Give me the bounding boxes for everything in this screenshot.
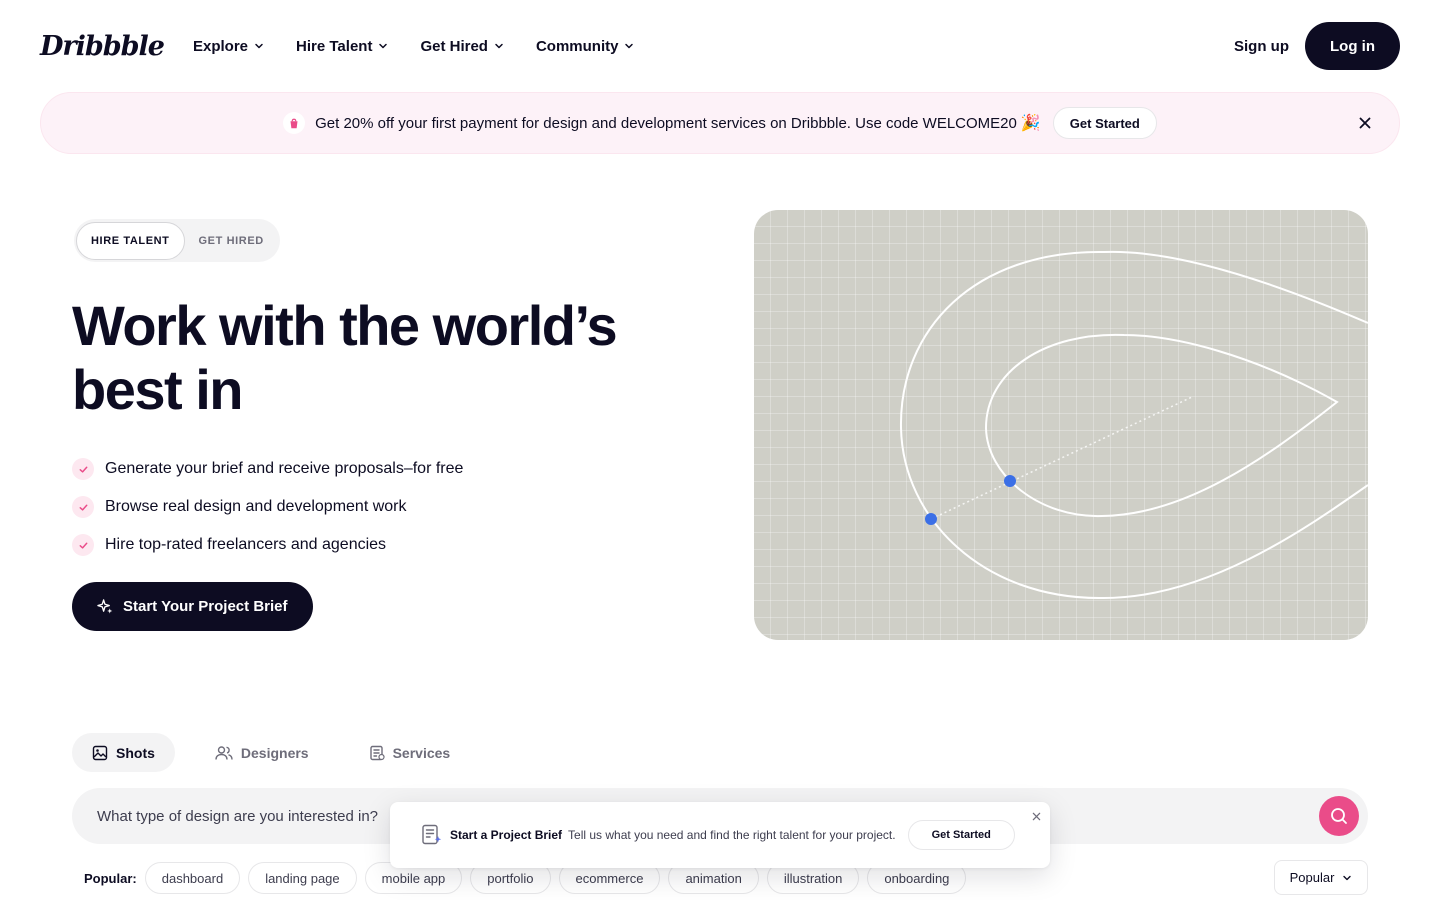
sort-label: Popular: [1289, 870, 1335, 885]
nav-hire-talent[interactable]: Hire Talent: [296, 38, 388, 55]
login-button[interactable]: Log in: [1305, 22, 1400, 70]
promo-text: Get 20% off your first payment for desig…: [315, 114, 1017, 132]
nav-community-label: Community: [535, 37, 619, 55]
toggle-get-hired[interactable]: GET HIRED: [185, 222, 278, 260]
cta-label: Start Your Project Brief: [123, 598, 288, 615]
check-icon: [72, 534, 94, 556]
curve-handle[interactable]: [925, 513, 937, 525]
tag-chip[interactable]: landing page: [248, 862, 357, 894]
check-icon: [72, 496, 94, 518]
sort-dropdown[interactable]: Popular: [1274, 860, 1368, 895]
dribbble-logo[interactable]: Dribbble: [40, 31, 193, 62]
nav-community[interactable]: Community: [536, 38, 635, 55]
brief-get-started-button[interactable]: Get Started: [907, 820, 1015, 850]
start-project-brief-button[interactable]: Start Your Project Brief: [72, 582, 313, 631]
party-popper-icon: 🎉: [1020, 115, 1041, 132]
chevron-down-icon: [379, 43, 388, 49]
promo-get-started-button[interactable]: Get Started: [1052, 107, 1157, 139]
tag-chip[interactable]: dashboard: [144, 862, 241, 894]
brief-close-button[interactable]: [1030, 810, 1042, 822]
gift-icon: [283, 112, 306, 134]
tab-shots[interactable]: Shots: [72, 733, 175, 772]
hero-illustration: [754, 210, 1368, 640]
toggle-hire-talent[interactable]: HIRE TALENT: [76, 221, 185, 260]
header-actions: Sign up Log in: [1234, 22, 1400, 70]
chevron-down-icon: [1343, 875, 1352, 880]
feature-text: Hire top-rated freelancers and agencies: [105, 536, 387, 553]
feature-text: Browse real design and development work: [105, 498, 407, 515]
chevron-down-icon: [255, 43, 263, 49]
search-icon: [1331, 808, 1347, 824]
feature-list: Generate your brief and receive proposal…: [72, 450, 463, 564]
close-icon: [1032, 812, 1040, 820]
feature-text: Generate your brief and receive proposal…: [105, 460, 464, 477]
brief-title: Start a Project Brief: [450, 828, 563, 842]
document-icon: [369, 745, 385, 760]
tab-designers[interactable]: Designers: [195, 733, 329, 772]
feature-item: Hire top-rated freelancers and agencies: [72, 526, 463, 564]
nav-explore[interactable]: Explore: [193, 38, 264, 55]
nav-get-hired[interactable]: Get Hired: [420, 38, 504, 55]
brief-document-icon: [422, 824, 442, 845]
signup-button[interactable]: Sign up: [1234, 38, 1289, 55]
nav-explore-label: Explore: [193, 37, 249, 55]
feature-item: Browse real design and development work: [72, 488, 463, 526]
search-button[interactable]: [1319, 796, 1359, 836]
tab-services-label: Services: [392, 744, 451, 761]
curve-handle[interactable]: [1004, 475, 1016, 487]
promo-content: Get 20% off your first payment for desig…: [283, 107, 1157, 139]
nav-get-hired-label: Get Hired: [420, 37, 488, 55]
feature-item: Generate your brief and receive proposal…: [72, 450, 463, 488]
image-icon: [92, 745, 108, 760]
search-tabs: Shots Designers Services: [72, 733, 470, 772]
promo-close-button[interactable]: [1357, 115, 1373, 131]
users-icon: [215, 745, 233, 760]
audience-toggle: HIRE TALENT GET HIRED: [74, 219, 280, 262]
close-icon: [1359, 117, 1371, 129]
tab-shots-label: Shots: [116, 744, 155, 761]
site-header: Dribbble Explore Hire Talent Get Hired C…: [0, 0, 1440, 92]
sparkle-icon: [97, 599, 113, 614]
bezier-curve-illustration: [899, 250, 1368, 600]
nav-hire-talent-label: Hire Talent: [296, 37, 373, 55]
hero-title: Work with the world’s best in: [72, 294, 618, 421]
promo-banner: Get 20% off your first payment for desig…: [40, 92, 1400, 154]
tab-services[interactable]: Services: [349, 733, 471, 772]
chevron-down-icon: [495, 43, 503, 49]
check-icon: [72, 458, 94, 480]
brief-text: Tell us what you need and find the right…: [568, 828, 896, 842]
chevron-down-icon: [625, 43, 634, 49]
popular-label: Popular:: [84, 870, 137, 886]
main-nav: Explore Hire Talent Get Hired Community: [193, 38, 634, 55]
tab-designers-label: Designers: [240, 744, 309, 761]
project-brief-popup: Start a Project Brief Tell us what you n…: [390, 802, 1050, 868]
